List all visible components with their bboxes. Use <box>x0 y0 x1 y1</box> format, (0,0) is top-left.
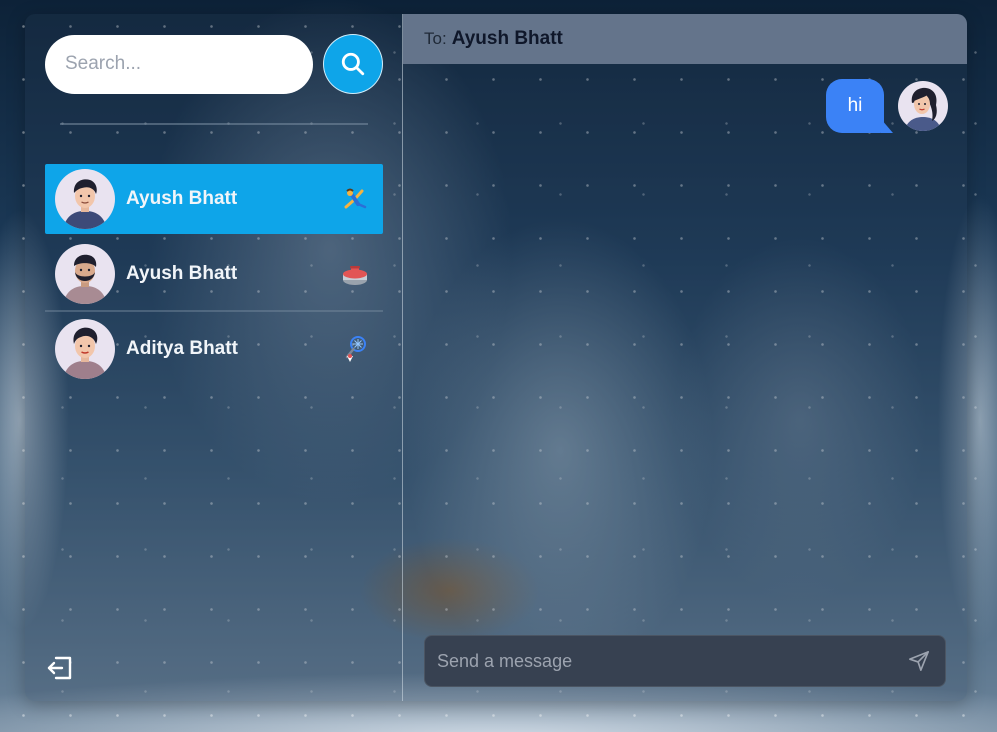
contact-list: Ayush Bhatt Ayush Bhatt Aditya Bhatt <box>45 164 383 389</box>
send-button[interactable] <box>905 647 933 675</box>
sidebar: Ayush Bhatt <box>25 14 403 701</box>
contact-name: Aditya Bhatt <box>126 338 238 359</box>
search-input[interactable] <box>45 34 313 94</box>
contact-name: Ayush Bhatt <box>126 263 238 284</box>
search-bar <box>45 34 383 94</box>
to-label: To: <box>424 29 447 48</box>
recipient-name: Ayush Bhatt <box>451 28 563 49</box>
cartwheel-person-icon <box>344 188 367 209</box>
avatar <box>898 81 948 131</box>
message-bubble: hi <box>826 79 893 133</box>
sidebar-divider <box>60 123 368 125</box>
message-composer <box>424 635 946 687</box>
avatar <box>55 244 115 304</box>
send-icon <box>909 651 929 671</box>
message-input[interactable] <box>425 636 905 686</box>
chat-app: Ayush Bhatt <box>25 14 967 701</box>
search-button[interactable] <box>323 34 383 94</box>
chat-panel: To: Ayush Bhatt hi <box>403 14 967 701</box>
contact-item[interactable]: Ayush Bhatt <box>45 239 383 312</box>
badminton-icon <box>345 336 366 362</box>
logout-icon <box>47 656 72 680</box>
chat-header: To: Ayush Bhatt <box>403 14 967 64</box>
curling-stone-icon <box>343 266 367 285</box>
message-row: hi <box>826 79 948 133</box>
avatar <box>55 319 115 379</box>
contact-item[interactable]: Ayush Bhatt <box>45 164 383 234</box>
contact-name: Ayush Bhatt <box>126 188 238 209</box>
search-icon <box>341 52 365 76</box>
contact-item[interactable]: Aditya Bhatt <box>45 314 383 384</box>
logout-button[interactable] <box>46 654 74 682</box>
avatar <box>55 169 115 229</box>
